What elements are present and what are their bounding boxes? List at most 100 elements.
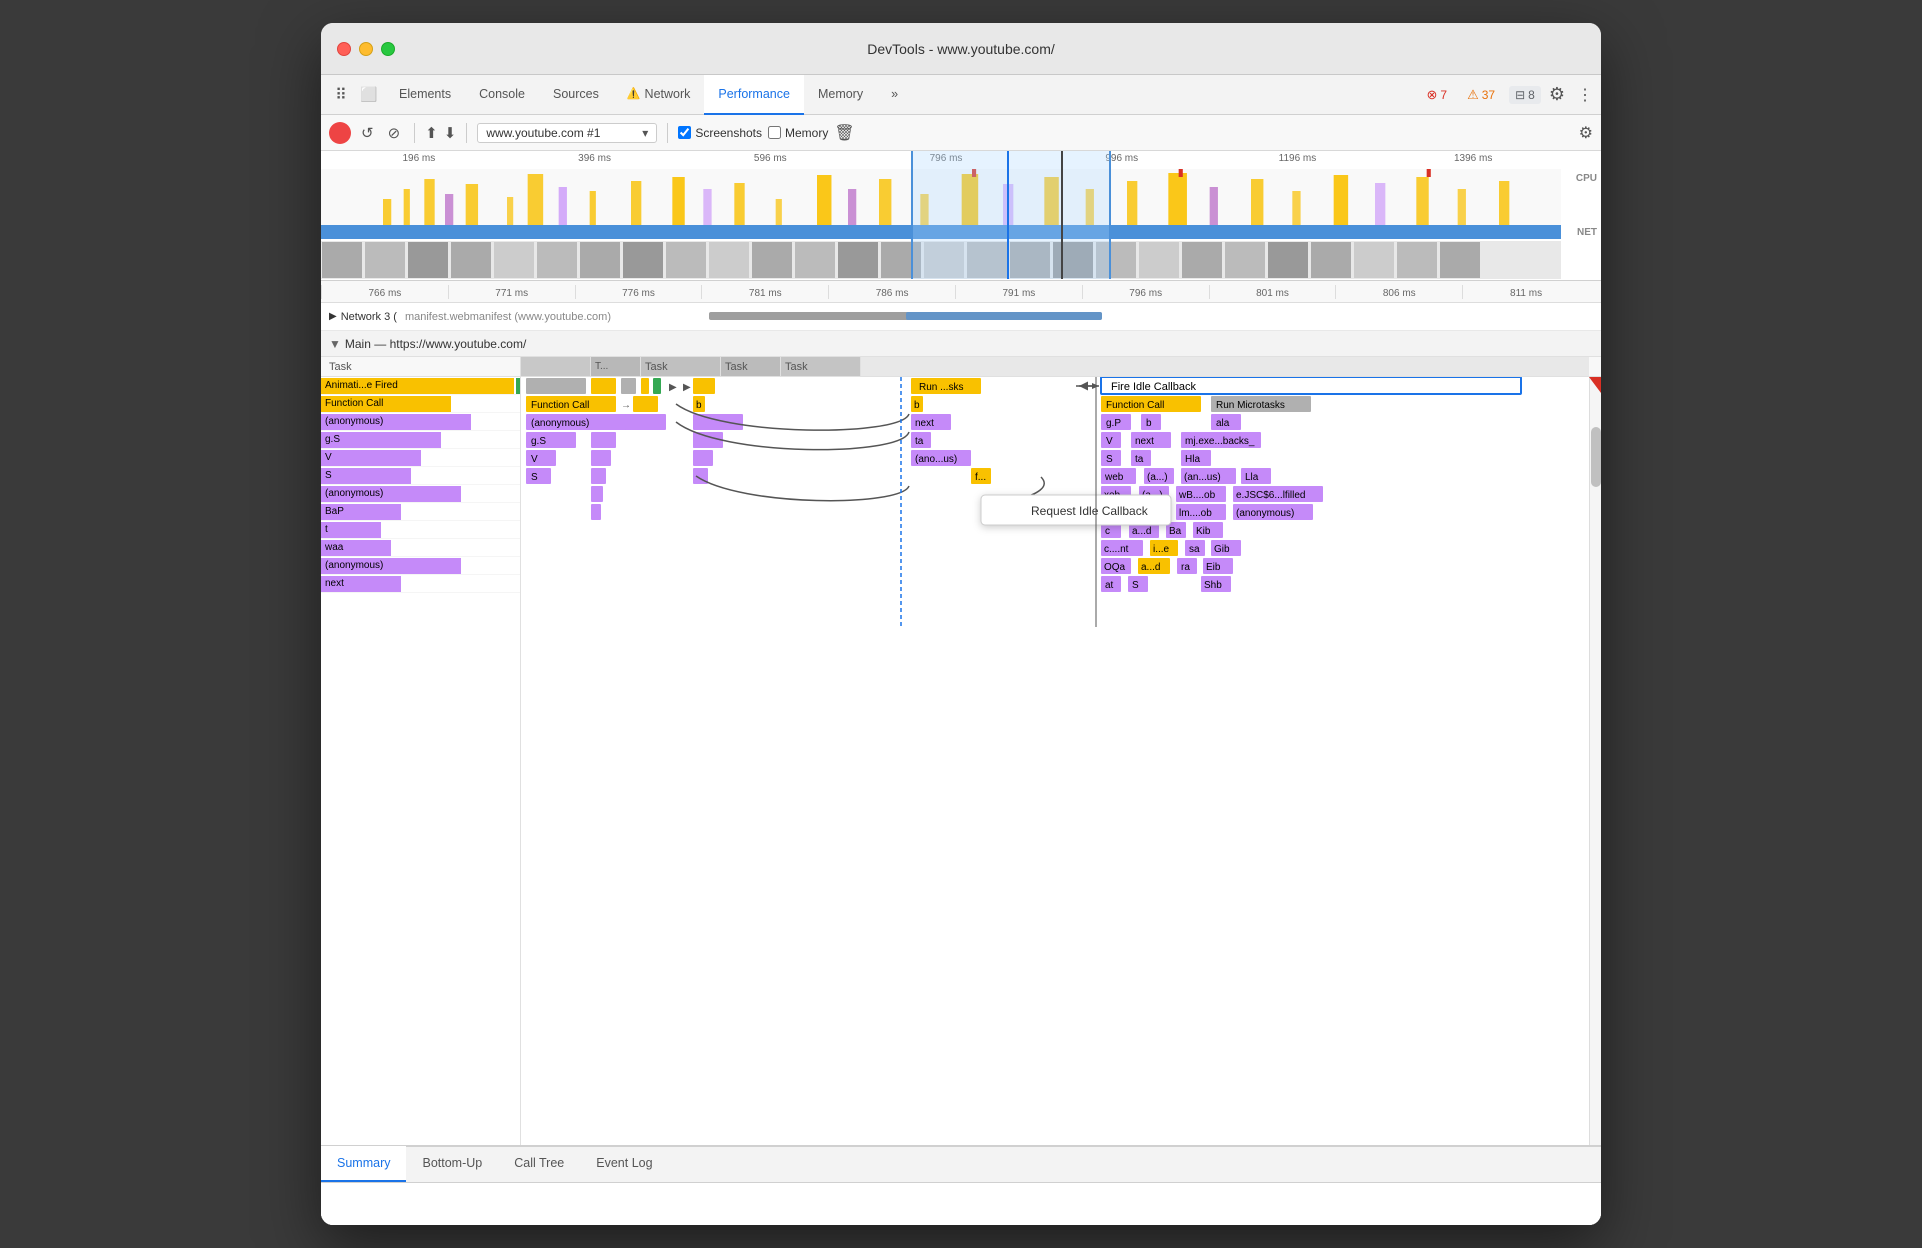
function-call-bar[interactable]: Function Call — [321, 396, 451, 412]
cancel-button[interactable]: ⊘ — [384, 122, 405, 144]
inspect-icon[interactable]: ⠿ — [329, 83, 353, 107]
ruler-791: 791 ms — [955, 285, 1082, 299]
cf-row-12: next — [321, 575, 520, 593]
screenshots-checkbox[interactable] — [678, 126, 691, 139]
screenshots-checkbox-label[interactable]: Screenshots — [678, 126, 762, 140]
maximize-button[interactable] — [381, 42, 395, 56]
close-button[interactable] — [337, 42, 351, 56]
screenshot-thumb — [494, 242, 534, 278]
svg-text:sa: sa — [1189, 544, 1200, 555]
network-timeline-bar — [611, 312, 1593, 322]
s-bar[interactable]: S — [321, 468, 411, 484]
anon-bar-3[interactable]: (anonymous) — [321, 558, 461, 574]
tab-console[interactable]: Console — [465, 75, 539, 115]
tab-bottom-up[interactable]: Bottom-Up — [406, 1146, 498, 1182]
task-cell-rest — [861, 357, 1589, 376]
minimize-button[interactable] — [359, 42, 373, 56]
summary-tabs: Summary Bottom-Up Call Tree Event Log — [321, 1147, 1601, 1183]
timeline-selection[interactable] — [911, 151, 1111, 279]
tab-sources[interactable]: Sources — [539, 75, 613, 115]
cf-row-2: Function Call — [321, 395, 520, 413]
screenshot-thumb — [623, 242, 663, 278]
error-badge: ⊗ 7 — [1421, 85, 1454, 105]
main-thread-expand-arrow[interactable]: ▼ — [329, 337, 341, 351]
upload-button[interactable]: ⬆ — [425, 124, 438, 142]
device-icon[interactable]: ⬜ — [357, 83, 381, 107]
second-ruler: 766 ms 771 ms 776 ms 781 ms 786 ms 791 m… — [321, 281, 1601, 303]
svg-text:next: next — [1135, 436, 1154, 447]
tab-summary[interactable]: Summary — [321, 1146, 406, 1182]
cf-row-7: (anonymous) — [321, 485, 520, 503]
tab-memory[interactable]: Memory — [804, 75, 877, 115]
download-button[interactable]: ⬇ — [444, 124, 457, 142]
screenshot-thumb — [1139, 242, 1179, 278]
capture-settings-icon[interactable]: ⚙ — [1579, 123, 1593, 143]
waa-bar[interactable]: waa — [321, 540, 391, 556]
flame-chart-svg: ▶ ▶ Run ...sks Fire Idle Callback — [521, 377, 1589, 1145]
tab-elements[interactable]: Elements — [385, 75, 465, 115]
summary-panel: Summary Bottom-Up Call Tree Event Log — [321, 1145, 1601, 1225]
tab-performance[interactable]: Performance — [704, 75, 804, 115]
settings-icon[interactable]: ⚙ — [1549, 84, 1565, 105]
vertical-scrollbar[interactable] — [1589, 377, 1601, 1145]
ruler-811: 811 ms — [1462, 285, 1589, 299]
svg-text:g.P: g.P — [1106, 418, 1121, 429]
flame-content: Animati...e Fired Function Call (anonymo… — [321, 377, 1601, 1145]
record-button[interactable] — [329, 122, 351, 144]
more-options-icon[interactable]: ⋮ — [1577, 85, 1593, 105]
svg-text:Hla: Hla — [1185, 454, 1200, 465]
devtools-body: ⠿ ⬜ Elements Console Sources ⚠️ Network … — [321, 75, 1601, 1225]
ruler-196: 196 ms — [331, 153, 507, 169]
screenshot-thumb — [1397, 242, 1437, 278]
ruler-796: 796 ms — [1082, 285, 1209, 299]
task-header-main: Task — [321, 357, 521, 376]
svg-text:a...d: a...d — [1132, 526, 1151, 537]
bap-bar[interactable]: BaP — [321, 504, 401, 520]
tab-network[interactable]: ⚠️ Network — [613, 75, 705, 115]
svg-text:V: V — [1106, 436, 1113, 447]
anim-fired-bar[interactable]: Animati...e Fired — [321, 378, 514, 394]
ruler-776: 776 ms — [575, 285, 702, 299]
svg-text:(anonymous): (anonymous) — [1236, 508, 1294, 519]
network-label: Network 3 ( — [341, 311, 397, 323]
memory-checkbox[interactable] — [768, 126, 781, 139]
anon-bar-1[interactable]: (anonymous) — [321, 414, 471, 430]
svg-text:wB....ob: wB....ob — [1178, 490, 1216, 501]
reload-button[interactable]: ↺ — [357, 122, 378, 144]
svg-text:c....nt: c....nt — [1104, 544, 1129, 555]
network-expand-arrow[interactable]: ▶ — [329, 311, 337, 322]
flame-chart-right[interactable]: ▶ ▶ Run ...sks Fire Idle Callback — [521, 377, 1589, 1145]
task-cell-task2: Task — [721, 357, 781, 376]
scrollbar-thumb[interactable] — [1591, 427, 1601, 487]
v-bar[interactable]: V — [321, 450, 421, 466]
ruler-801: 801 ms — [1209, 285, 1336, 299]
ruler-786: 786 ms — [828, 285, 955, 299]
svg-text:V: V — [531, 454, 538, 465]
svg-text:Run Microtasks: Run Microtasks — [1216, 400, 1285, 411]
gs-bar[interactable]: g.S — [321, 432, 441, 448]
screenshot-thumb — [1440, 242, 1480, 278]
t-bar[interactable]: t — [321, 522, 381, 538]
tab-more[interactable]: » — [877, 75, 912, 115]
url-dropdown-icon[interactable]: ▾ — [642, 126, 648, 140]
network-bar-blue — [906, 312, 1102, 320]
screenshot-thumb — [709, 242, 749, 278]
svg-text:ta: ta — [1135, 454, 1144, 465]
cf-row-10: waa — [321, 539, 520, 557]
anon-bar-2[interactable]: (anonymous) — [321, 486, 461, 502]
collect-garbage-icon[interactable]: 🗑 — [834, 123, 854, 143]
tab-event-log[interactable]: Event Log — [580, 1146, 668, 1182]
devtools-window: DevTools - www.youtube.com/ ⠿ ⬜ Elements… — [321, 23, 1601, 1225]
next-bar[interactable]: next — [321, 576, 401, 592]
svg-text:ta: ta — [915, 436, 924, 447]
svg-text:Fire Idle Callback: Fire Idle Callback — [1111, 381, 1196, 393]
screenshot-thumb — [408, 242, 448, 278]
svg-text:Ba: Ba — [1169, 526, 1182, 537]
svg-text:ala: ala — [1216, 418, 1230, 429]
title-bar: DevTools - www.youtube.com/ — [321, 23, 1601, 75]
tab-call-tree[interactable]: Call Tree — [498, 1146, 580, 1182]
nav-tabs: Elements Console Sources ⚠️ Network Perf… — [385, 75, 1421, 115]
timeline-overview[interactable]: 196 ms 396 ms 596 ms 796 ms 996 ms 1196 … — [321, 151, 1601, 281]
screenshot-thumb — [537, 242, 577, 278]
memory-checkbox-label[interactable]: Memory — [768, 126, 828, 140]
